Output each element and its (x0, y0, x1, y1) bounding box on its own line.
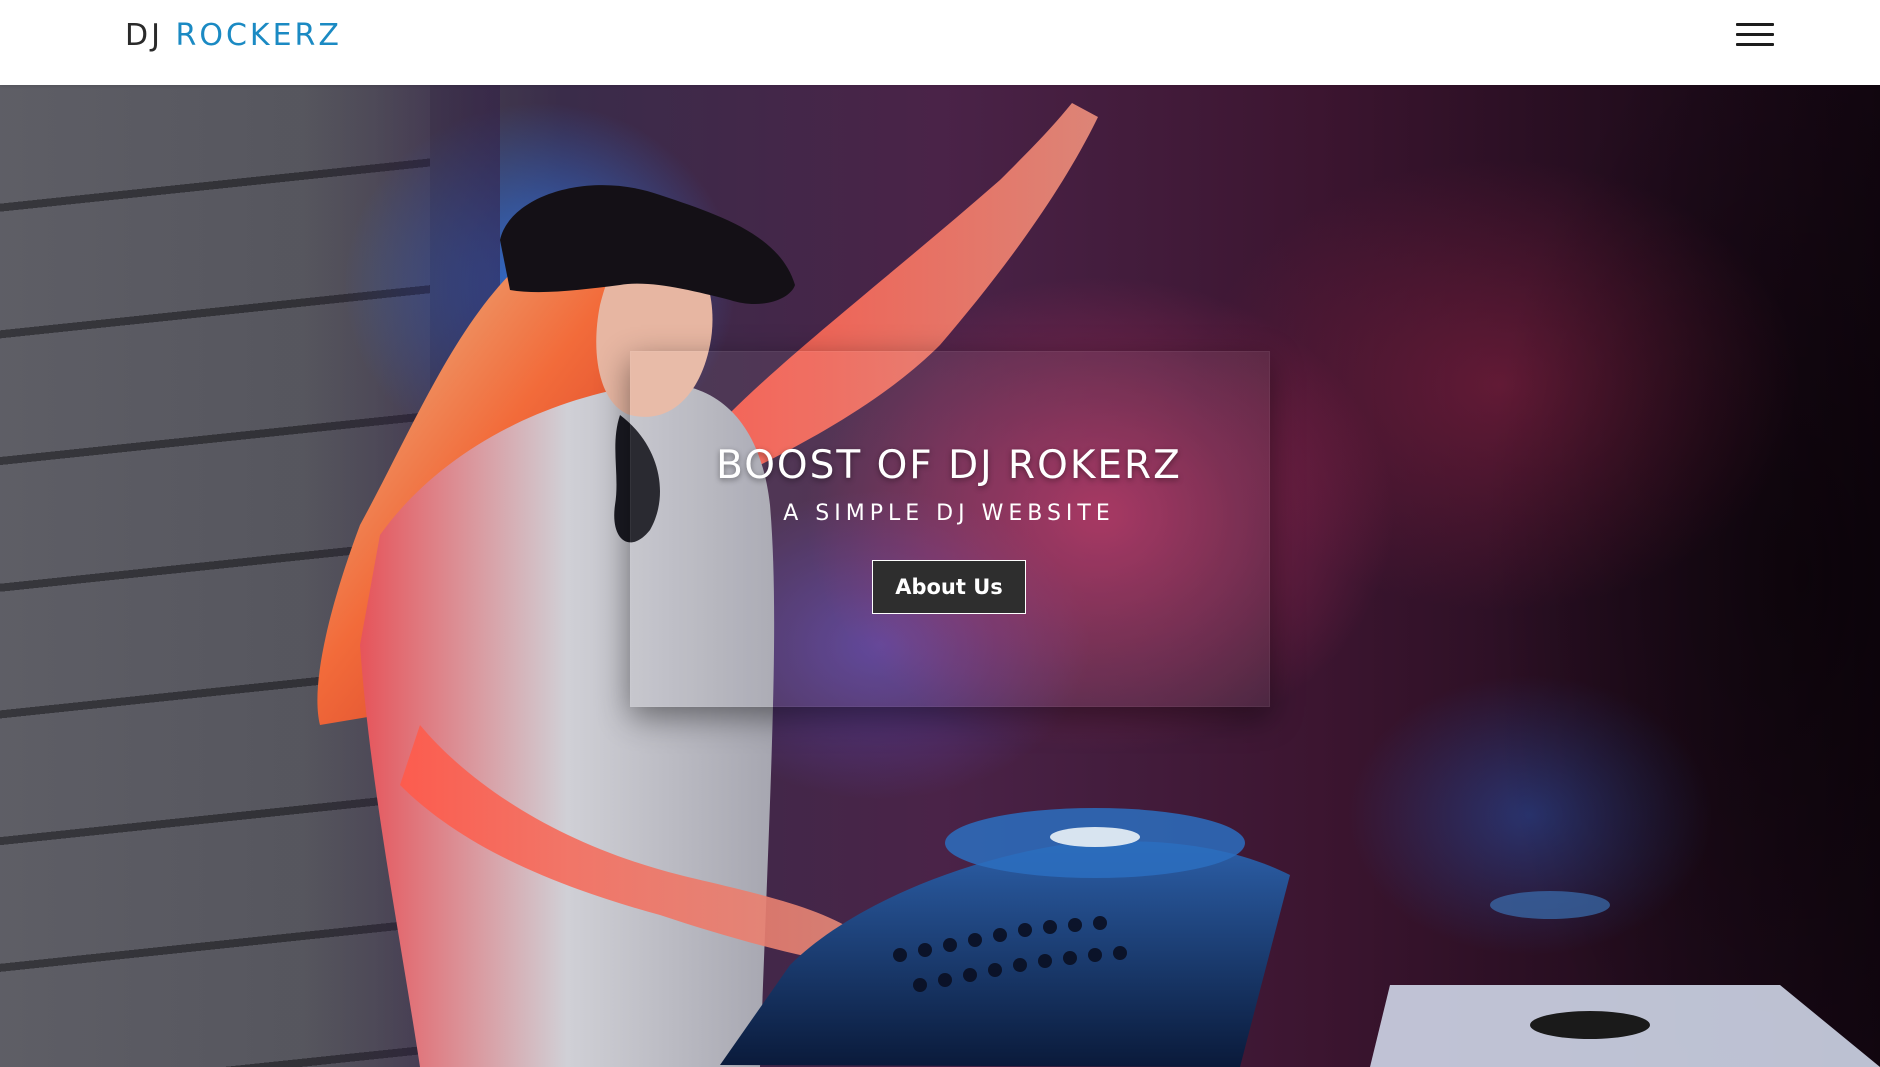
hero-section: BOOST OF DJ ROKERZ A SIMPLE DJ WEBSITE A… (0, 85, 1880, 1067)
hamburger-menu-icon[interactable] (1736, 20, 1774, 52)
about-us-button[interactable]: About Us (872, 560, 1026, 614)
hamburger-bar (1736, 33, 1774, 36)
hamburger-bar (1736, 23, 1774, 26)
navbar: DJ ROCKERZ (0, 0, 1880, 85)
turntable-right (1490, 891, 1610, 919)
brand-dj: DJ (125, 18, 163, 53)
hero-subtitle: A SIMPLE DJ WEBSITE (783, 501, 1115, 526)
dj-mixer (720, 841, 1290, 1067)
shadow-overlay (1350, 85, 1880, 1067)
brand-rockerz: ROCKERZ (175, 18, 342, 53)
brand-logo[interactable]: DJ ROCKERZ (125, 18, 342, 54)
hero-overlay-box (630, 351, 1270, 707)
vinyl-record (1530, 1011, 1650, 1039)
hero-title: BOOST OF DJ ROKERZ (716, 443, 1182, 488)
turntable-label (1050, 827, 1140, 847)
hamburger-bar (1736, 43, 1774, 46)
